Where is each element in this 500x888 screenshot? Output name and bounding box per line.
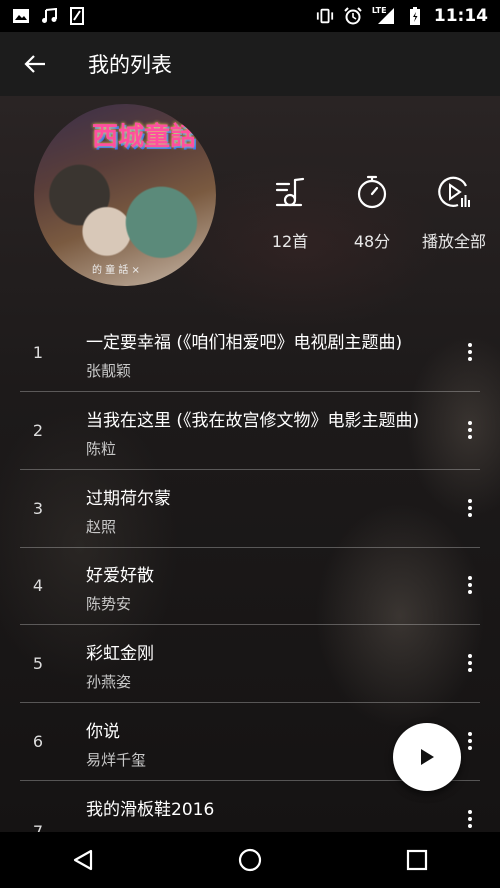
nav-recents-button[interactable] [387,832,447,888]
page-title: 我的列表 [88,53,172,77]
song-title: 你说 [86,722,120,742]
status-bar: LTE 11:14 [0,0,500,32]
song-title: 过期荷尔蒙 [86,489,171,509]
music-list-icon [273,170,307,214]
play-fab-button[interactable] [393,723,461,791]
song-artist: 陈粒 [86,440,117,458]
file-icon [68,7,86,25]
square-recents-icon [406,849,427,871]
song-title: 好爱好散 [86,566,154,586]
vibrate-icon [316,7,334,25]
lte-signal-icon: LTE [371,6,396,25]
more-vert-icon[interactable] [460,334,480,370]
song-number: 1 [32,343,44,362]
song-artist: 赵照 [86,518,117,536]
back-button[interactable] [0,32,70,96]
nav-home-button[interactable] [220,832,280,888]
song-number: 4 [32,576,44,595]
circle-home-icon [238,848,262,872]
navigation-bar [0,832,500,888]
image-icon [12,7,30,25]
alarm-icon [344,7,362,25]
cover-title: 西城童話 [92,122,197,152]
more-vert-icon[interactable] [460,801,480,832]
song-number: 7 [32,822,44,832]
song-number: 6 [32,732,44,751]
song-number: 2 [32,421,44,440]
play-all-icon [436,170,472,214]
music-note-icon [40,7,58,25]
triangle-back-icon [74,849,93,871]
song-title: 我的滑板鞋2016 [86,800,215,820]
song-artist: 孙燕姿 [86,673,132,691]
cover-subtitle: 的 童 話 × [92,265,140,276]
more-vert-icon[interactable] [460,412,480,448]
song-row[interactable]: 4 好爱好散 陈势安 [20,547,480,625]
more-vert-icon[interactable] [460,567,480,603]
song-title: 一定要幸福 (《咱们相爱吧》电视剧主题曲) [86,333,403,353]
nav-back-button[interactable] [53,832,113,888]
song-row[interactable]: 1 一定要幸福 (《咱们相爱吧》电视剧主题曲) 张靓颖 [20,314,480,392]
duration-label: 48分 [353,232,391,251]
song-title: 彩虹金刚 [86,644,154,664]
timer-icon [355,170,389,214]
song-row[interactable]: 7 我的滑板鞋2016 [20,781,480,832]
song-count-stat: 12首 [250,170,330,252]
song-artist: 易烊千玺 [86,751,147,769]
battery-icon [406,7,424,25]
song-count-label: 12首 [271,232,309,251]
song-artist: 张靓颖 [86,362,132,380]
play-all-label: 播放全部 [421,232,486,251]
arrow-left-icon [24,55,45,73]
song-row[interactable]: 5 彩虹金刚 孙燕姿 [20,625,480,703]
album-cover[interactable]: 西城童話 的 童 話 × [34,104,216,286]
song-number: 3 [32,499,44,518]
duration-stat: 48分 [332,170,412,252]
play-icon [421,749,434,765]
song-row[interactable]: 2 当我在这里 (《我在故宫修文物》电影主题曲) 陈粒 [20,392,480,470]
song-artist: 陈势安 [86,595,132,613]
more-vert-icon[interactable] [460,490,480,526]
song-row[interactable]: 3 过期荷尔蒙 赵照 [20,470,480,548]
song-title: 当我在这里 (《我在故宫修文物》电影主题曲) [86,411,420,431]
more-vert-icon[interactable] [460,723,480,759]
play-all-button[interactable]: 播放全部 [414,170,494,252]
lte-label: LTE [371,6,387,15]
toolbar: 我的列表 [0,32,500,96]
song-number: 5 [32,654,44,673]
clock: 11:14 [433,6,488,26]
more-vert-icon[interactable] [460,645,480,681]
